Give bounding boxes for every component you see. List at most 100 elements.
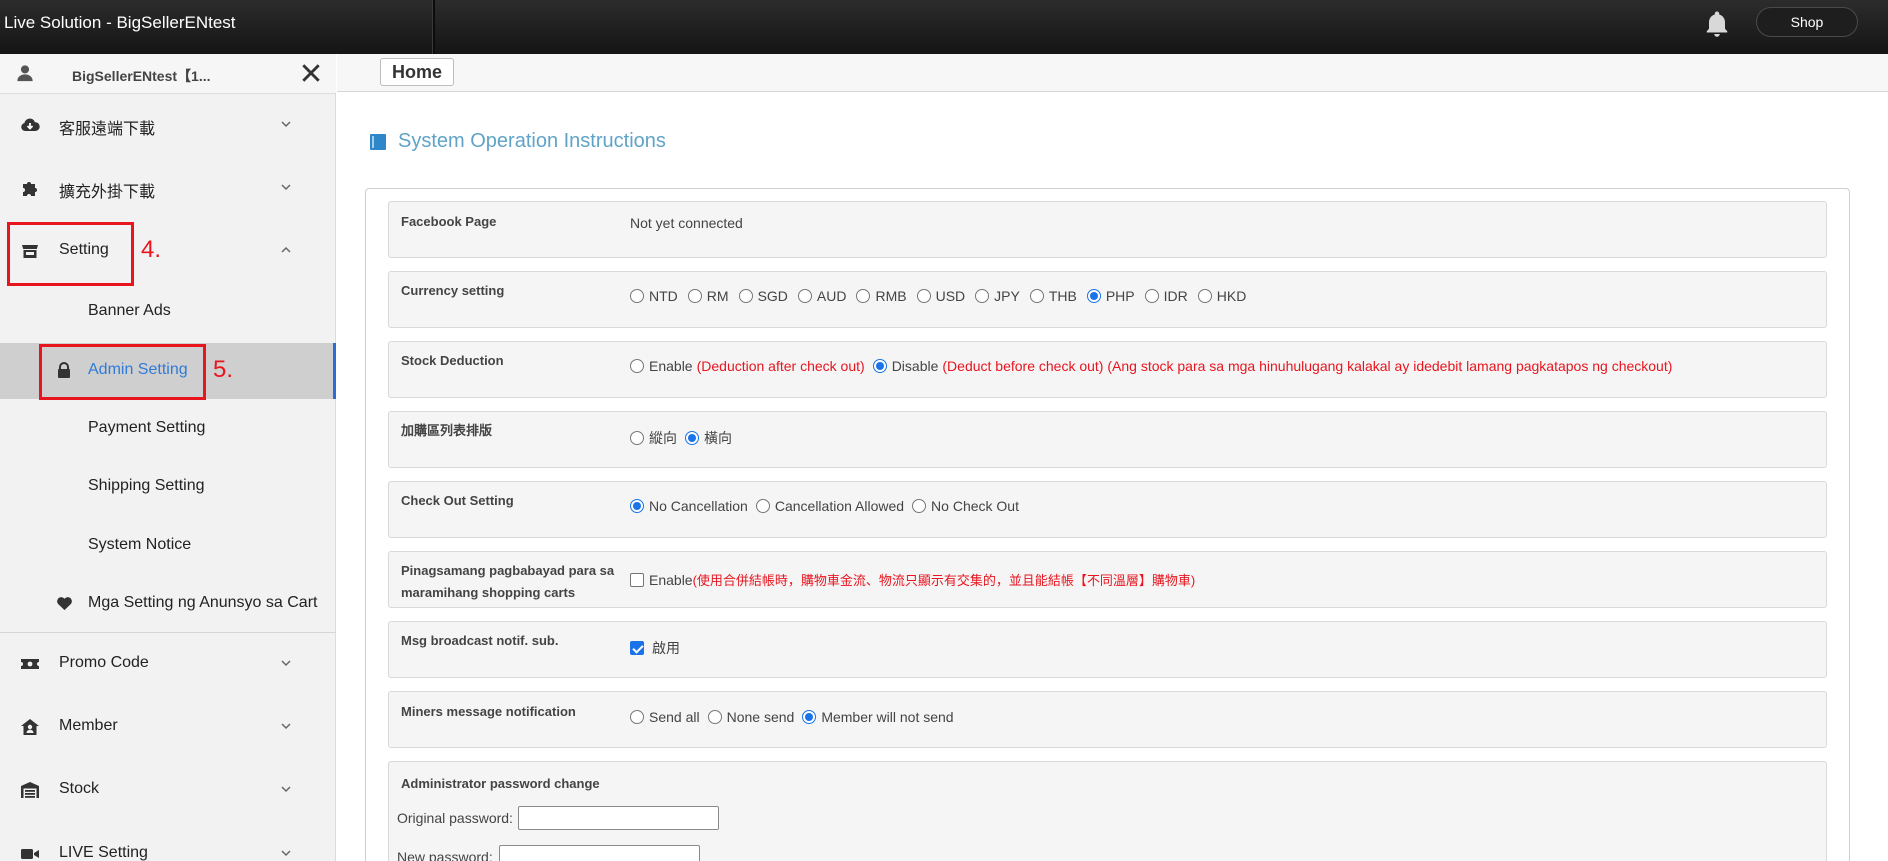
addon-layout-row: 加購區列表排版 縱向 橫向 [388,411,1827,468]
currency-option-aud[interactable]: AUD [797,288,846,304]
radio-usd[interactable] [916,289,931,303]
member-not-send-label: Member will not send [821,709,954,725]
radio-aud[interactable] [797,289,812,303]
miners-notification-options: Send all None send Member will not send [630,709,954,725]
radio-php[interactable] [1086,289,1101,303]
radio-layout-vertical[interactable] [630,431,644,445]
currency-option-idr[interactable]: IDR [1144,288,1188,304]
radio-stock-disable[interactable] [872,359,887,373]
currency-option-thb[interactable]: THB [1029,288,1077,304]
none-send-label: None send [726,709,795,725]
chevron-down-icon [281,184,291,191]
sidebar-item-extension-download[interactable]: 擴充外掛下載 [0,157,336,220]
checkbox-combined-enable[interactable] [630,572,644,587]
top-bar-divider [432,0,435,54]
radio-idr[interactable] [1144,289,1159,303]
radio-stock-enable[interactable] [630,359,644,373]
radio-hkd[interactable] [1197,289,1212,303]
app-title: Live Solution - BigSellerENtest [4,13,236,32]
annotation-box-setting [7,222,134,286]
annotation-step-4: 4. [141,236,162,263]
currency-option-sgd[interactable]: SGD [738,288,788,304]
radio-none-send[interactable] [707,710,722,724]
currency-label: Currency setting [401,283,505,298]
new-password-input[interactable] [499,845,700,861]
original-password-input[interactable] [518,806,719,830]
section-title: System Operation Instructions [398,130,666,152]
cancellation-allowed-label: Cancellation Allowed [774,498,905,514]
radio-rmb[interactable] [856,289,871,303]
chevron-down-icon [281,723,291,730]
currency-option-usd[interactable]: USD [916,288,965,304]
msg-broadcast-options: 啟用 [630,638,680,658]
checkout-setting-row: Check Out Setting No Cancellation Cancel… [388,481,1827,538]
currency-option-jpy[interactable]: JPY [975,288,1020,304]
close-icon[interactable] [300,62,322,84]
tab-home[interactable]: Home [380,58,454,86]
currency-option-rmb[interactable]: RMB [856,288,907,304]
currency-option-hkd[interactable]: HKD [1197,288,1246,304]
addon-layout-label: 加購區列表排版 [401,423,493,438]
stock-disable-note: (Deduct before check out) (Ang stock par… [942,358,1673,374]
radio-no-cancellation[interactable] [630,499,644,513]
layout-vertical-label: 縱向 [649,430,677,446]
checkout-setting-label: Check Out Setting [401,493,514,508]
sidebar-item-label: Member [59,717,118,734]
checkbox-broadcast-enable[interactable] [630,641,644,655]
tab-bar: Home [337,54,1888,92]
radio-cancellation-allowed[interactable] [755,499,770,513]
user-icon [17,65,33,82]
facebook-page-label: Facebook Page [401,214,497,229]
facebook-status: Not yet connected [630,215,743,231]
radio-member-not-send[interactable] [802,710,817,724]
stock-enable-label: Enable [649,358,693,374]
bell-icon[interactable] [1702,8,1732,40]
sidebar-item-label: 客服遠端下載 [59,121,156,138]
sidebar-item-label: Stock [59,780,100,797]
sidebar-subitem-cart-ads-setting[interactable]: Mga Setting ng Anunsyo sa Cart [0,576,336,632]
radio-thb[interactable] [1029,289,1044,303]
layout-horizontal-label: 橫向 [704,430,732,446]
cloud-download-icon [21,118,40,131]
annotation-step-5: 5. [213,356,234,383]
radio-rm[interactable] [687,289,702,303]
sidebar-subitem-label: Mga Setting ng Anunsyo sa Cart [88,594,318,611]
currency-option-php[interactable]: PHP [1086,288,1135,304]
sidebar-subitem-label: Banner Ads [88,302,171,319]
send-all-label: Send all [649,709,700,725]
radio-no-checkout[interactable] [912,499,927,513]
radio-send-all[interactable] [630,710,644,724]
book-icon [370,134,386,150]
currency-option-ntd[interactable]: NTD [630,288,678,304]
chevron-up-icon [281,246,291,253]
sidebar-item-member[interactable]: Member [0,696,336,759]
combined-payment-row: Pinagsamang pagbabayad para sa maramihan… [388,551,1827,608]
stock-enable-note: (Deduction after check out) [696,358,865,374]
password-change-row: Administrator password change Original p… [388,761,1827,861]
sidebar-item-label: 擴充外掛下載 [59,184,156,201]
currency-option-rm[interactable]: RM [687,288,729,304]
radio-layout-horizontal[interactable] [685,431,699,445]
stock-deduction-row: Stock Deduction Enable (Deduction after … [388,341,1827,398]
top-bar: Live Solution - BigSellerENtest Shop [0,0,1888,54]
radio-sgd[interactable] [738,289,753,303]
sidebar-subitem-shipping-setting[interactable]: Shipping Setting [0,458,336,516]
sidebar-item-remote-download[interactable]: 客服遠端下載 [0,94,336,157]
radio-ntd[interactable] [630,289,644,303]
combined-enable-label: Enable [649,571,693,588]
user-row: BigSellerENtest【1... [0,54,336,94]
sidebar-item-stock[interactable]: Stock [0,759,336,822]
stock-deduction-options: Enable (Deduction after check out) Disab… [630,358,1672,374]
original-password-label: Original password: [397,810,513,826]
sidebar-subitem-label: Payment Setting [88,419,206,436]
sidebar-subitem-banner-ads[interactable]: Banner Ads [0,283,336,341]
sidebar-item-promo-code[interactable]: Promo Code [0,633,336,696]
sidebar-item-label: Promo Code [59,654,149,671]
sidebar-subitem-system-notice[interactable]: System Notice [0,516,336,576]
radio-jpy[interactable] [975,289,990,303]
shop-button[interactable]: Shop [1756,7,1858,37]
msg-broadcast-label: Msg broadcast notif. sub. [401,633,559,648]
miners-notification-row: Miners message notification Send all Non… [388,691,1827,748]
sidebar-subitem-payment-setting[interactable]: Payment Setting [0,400,336,458]
sidebar-item-live-setting[interactable]: LIVE Setting [0,822,336,861]
